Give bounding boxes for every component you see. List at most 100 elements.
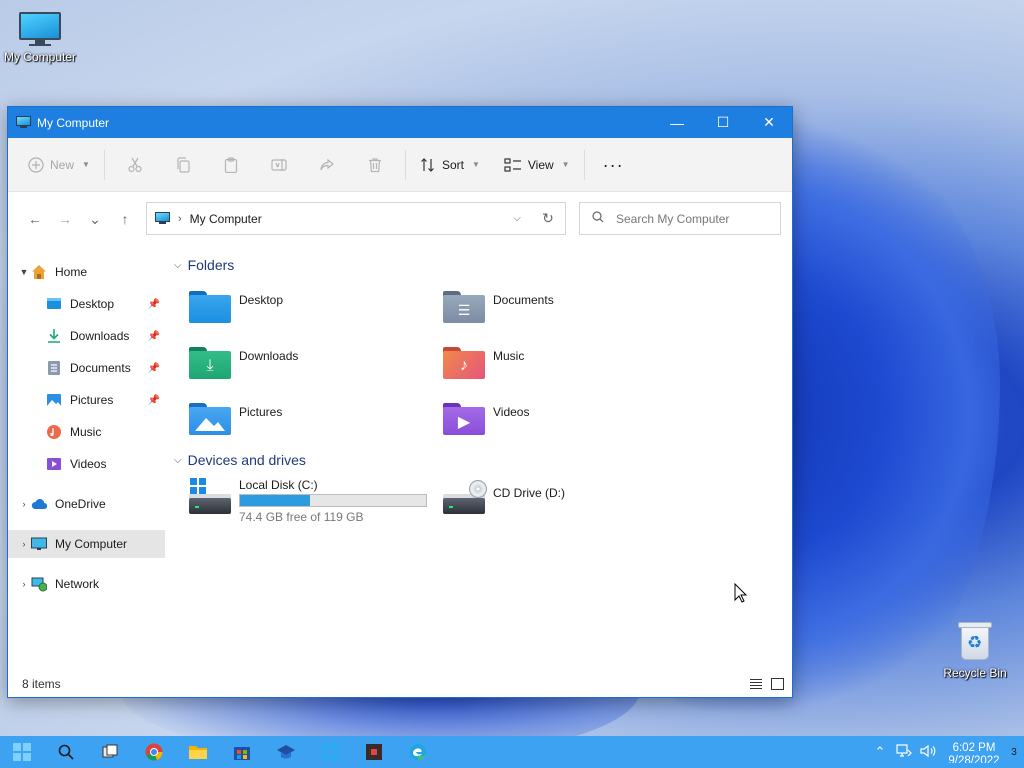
- recent-locations-button[interactable]: ⌄: [80, 211, 110, 228]
- drive-label: Local Disk (C:): [239, 478, 318, 492]
- drive-tile-cd-drive-d[interactable]: CD Drive (D:): [443, 478, 565, 514]
- search-box[interactable]: [579, 202, 781, 235]
- edge-taskbar-button[interactable]: [396, 736, 440, 768]
- see-more-button[interactable]: ···: [591, 156, 636, 174]
- delete-icon: [368, 157, 381, 172]
- sidebar-item-pictures[interactable]: Pictures 📌: [8, 386, 165, 414]
- sidebar-item-downloads[interactable]: Downloads 📌: [8, 322, 165, 350]
- computer-icon: [16, 116, 31, 129]
- chevron-up-icon[interactable]: ⌃: [868, 744, 892, 760]
- maximize-button[interactable]: ☐: [700, 107, 746, 138]
- minimize-button[interactable]: —: [654, 107, 700, 138]
- address-path[interactable]: My Computer: [190, 212, 262, 226]
- file-explorer-taskbar-button[interactable]: [176, 736, 220, 768]
- folder-tile-pictures[interactable]: Pictures: [189, 401, 282, 435]
- toolbar-separator: [103, 149, 105, 180]
- pin-icon: 📌: [147, 362, 160, 374]
- view-button[interactable]: View ▼: [496, 149, 578, 181]
- forward-button[interactable]: →: [50, 211, 80, 227]
- education-app-taskbar-button[interactable]: [264, 736, 308, 768]
- cortana-taskbar-button[interactable]: [308, 736, 352, 768]
- sidebar-item-music[interactable]: Music: [8, 418, 165, 446]
- up-button[interactable]: ↑: [110, 211, 140, 227]
- sidebar-item-videos[interactable]: Videos: [8, 450, 165, 478]
- address-bar[interactable]: › My Computer ⌵ ↻: [146, 202, 566, 235]
- disc-icon: [469, 480, 487, 498]
- chevron-right-icon[interactable]: ›: [17, 579, 31, 589]
- rename-button[interactable]: [255, 149, 303, 181]
- search-input[interactable]: [616, 211, 766, 226]
- network-icon: [31, 576, 48, 592]
- task-view-button[interactable]: [88, 736, 132, 768]
- desktop-icon-label: My Computer: [3, 50, 77, 64]
- large-icons-view-icon[interactable]: [771, 678, 784, 690]
- start-button[interactable]: [0, 736, 44, 768]
- refresh-icon[interactable]: ↻: [531, 210, 565, 227]
- chevron-right-icon[interactable]: ›: [17, 539, 31, 549]
- computer-icon: [31, 536, 47, 552]
- clock-date: 9/28/2022: [948, 754, 1000, 763]
- clock[interactable]: 6:02 PM 9/28/2022: [944, 742, 1004, 763]
- folders-section-header[interactable]: ⌵ Folders: [174, 257, 234, 273]
- paste-button[interactable]: [207, 149, 255, 181]
- view-icon: [504, 157, 521, 172]
- folder-tile-music[interactable]: ♪ Music: [443, 345, 524, 379]
- back-button[interactable]: ←: [20, 211, 50, 227]
- app-taskbar-button[interactable]: [352, 736, 396, 768]
- sidebar-item-network[interactable]: › Network: [8, 570, 165, 598]
- new-button[interactable]: New ▼: [20, 149, 98, 181]
- store-icon: [234, 747, 250, 760]
- chevron-down-icon[interactable]: ▼: [17, 267, 31, 277]
- desktop-icon-recycle-bin[interactable]: ♻ Recycle Bin: [935, 620, 1015, 680]
- status-bar: 8 items: [8, 671, 792, 697]
- sort-button[interactable]: Sort ▼: [412, 149, 488, 181]
- folder-label: Music: [493, 349, 525, 363]
- folder-tile-desktop[interactable]: Desktop: [189, 289, 283, 323]
- sidebar-item-my-computer[interactable]: › My Computer: [8, 530, 165, 558]
- edge-icon: [410, 744, 426, 761]
- folder-tile-downloads[interactable]: ⤓ Downloads: [189, 345, 298, 379]
- folder-label: Desktop: [239, 293, 284, 307]
- drives-section-header[interactable]: ⌵ Devices and drives: [174, 452, 306, 468]
- sidebar-item-desktop[interactable]: Desktop 📌: [8, 290, 165, 318]
- copy-button[interactable]: [159, 149, 207, 181]
- sidebar-item-home[interactable]: ▼ Home: [8, 258, 165, 286]
- drive-tile-local-disk-c[interactable]: Local Disk (C:) 74.4 GB free of 119 GB: [189, 478, 427, 524]
- folder-icon: ♪: [443, 345, 485, 379]
- share-button[interactable]: [303, 149, 351, 181]
- sidebar-item-onedrive[interactable]: › OneDrive: [8, 490, 165, 518]
- folder-label: Documents: [493, 293, 554, 307]
- sidebar-item-documents[interactable]: Documents 📌: [8, 354, 165, 382]
- network-status-icon[interactable]: [892, 743, 916, 761]
- folder-label: Videos: [493, 405, 530, 419]
- chevron-down-icon[interactable]: ⌵: [503, 213, 531, 224]
- store-taskbar-button[interactable]: [220, 736, 264, 768]
- folder-tile-documents[interactable]: ☰ Documents: [443, 289, 554, 323]
- cut-icon: [128, 157, 142, 172]
- chevron-right-icon[interactable]: ›: [17, 499, 31, 509]
- folder-icon: [189, 746, 207, 759]
- folder-icon: ☰: [443, 289, 485, 323]
- chevron-down-icon: ▼: [82, 160, 90, 169]
- details-view-icon[interactable]: [750, 678, 763, 690]
- close-button[interactable]: ✕: [746, 107, 792, 138]
- search-taskbar-button[interactable]: [44, 736, 88, 768]
- notification-count-badge[interactable]: 3: [1004, 747, 1024, 758]
- documents-icon: [46, 360, 62, 376]
- folder-tile-videos[interactable]: ▶ Videos: [443, 401, 529, 435]
- download-icon: [46, 328, 62, 344]
- sidebar-item-label: My Computer: [55, 537, 128, 551]
- copy-icon: [177, 156, 190, 173]
- sort-icon: [421, 157, 434, 172]
- chrome-taskbar-button[interactable]: [132, 736, 176, 768]
- folder-icon: ⤓: [189, 345, 231, 379]
- pictures-icon: [46, 392, 62, 408]
- share-icon: [320, 158, 334, 170]
- sidebar-item-label: Network: [55, 577, 100, 591]
- volume-icon[interactable]: [916, 744, 940, 761]
- desktop-icon-my-computer[interactable]: My Computer: [0, 12, 80, 64]
- delete-button[interactable]: [351, 149, 399, 181]
- title-bar[interactable]: My Computer — ☐ ✕: [8, 107, 792, 138]
- file-explorer-window: My Computer — ☐ ✕ New ▼ Sort ▼ View ▼ ··…: [7, 106, 793, 698]
- cut-button[interactable]: [111, 149, 159, 181]
